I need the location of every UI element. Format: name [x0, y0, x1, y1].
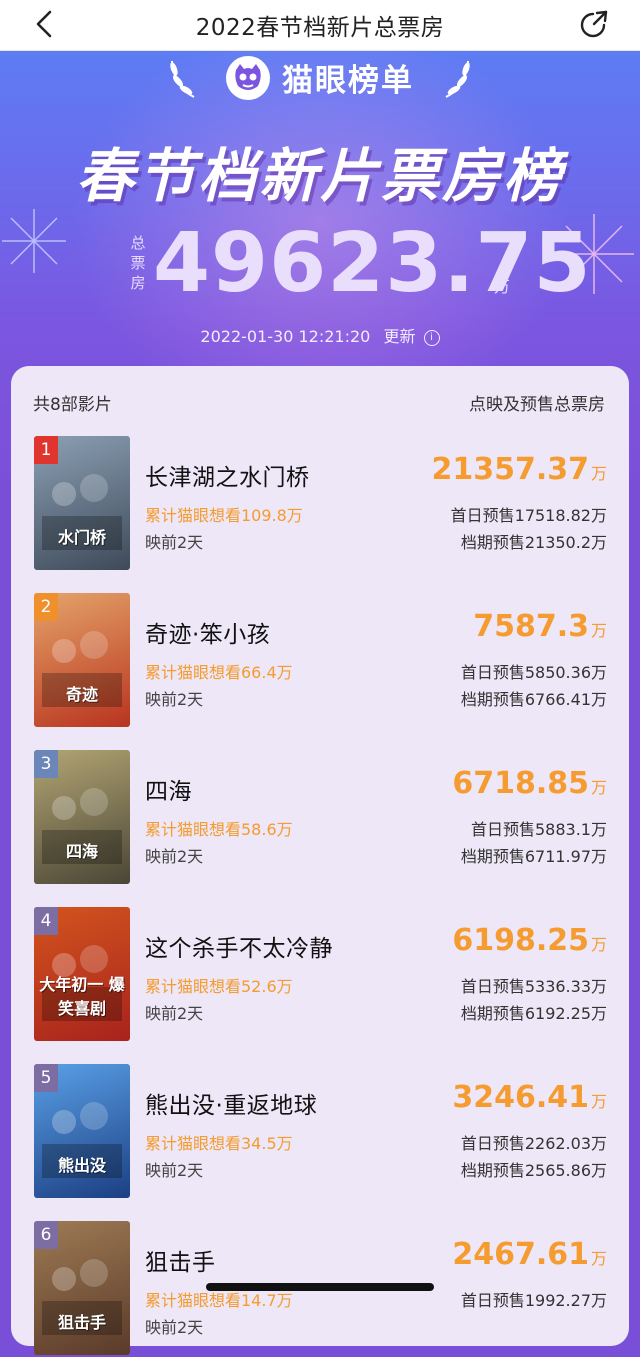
want-to-see-count: 累计猫眼想看52.6万: [145, 977, 293, 996]
box-office-value: 3246.41 万: [452, 1080, 607, 1115]
first-day-presale: 首日预售5336.33万: [460, 977, 607, 996]
poster-title-text: 四海: [65, 842, 98, 861]
days-before-release: 映前2天: [145, 1004, 204, 1023]
total-box-office-value: 49623.75: [153, 216, 592, 311]
box-office-unit: 万: [590, 621, 607, 640]
brand-name: 猫眼榜单: [282, 63, 414, 99]
movie-title: 这个杀手不太冷静: [145, 936, 333, 962]
movie-row[interactable]: 1 水门桥 长津湖之水门桥 累计猫眼想看109.8万 映前2天 21357.37…: [11, 436, 629, 572]
box-office-value: 6718.85 万: [452, 766, 607, 801]
firework-left-icon: [2, 209, 66, 273]
update-time-row[interactable]: 2022-01-30 12:21:20 更新 i: [0, 323, 640, 347]
movie-poster[interactable]: 4 大年初一 爆笑喜剧: [34, 907, 130, 1041]
days-before-release: 映前2天: [145, 1161, 204, 1180]
total-box-office-label: 总 票 房: [130, 234, 146, 292]
movie-title: 四海: [145, 779, 192, 805]
period-presale: 档期预售6766.41万: [460, 690, 607, 709]
hero-title: 春节档新片票房榜: [75, 142, 564, 210]
movie-title: 狙击手: [145, 1250, 216, 1276]
box-office-number: 3246.41: [452, 1080, 589, 1115]
box-office-value: 21357.37 万: [431, 452, 607, 487]
maoyan-cat-logo-icon: [226, 55, 270, 100]
first-day-presale: 首日预售5883.1万: [471, 820, 607, 839]
movie-count: 共8部影片: [33, 395, 112, 415]
period-presale: 档期预售6711.97万: [460, 847, 607, 866]
box-office-number: 21357.37: [431, 452, 589, 487]
share-icon[interactable]: [578, 8, 610, 40]
period-presale: 档期预售21350.2万: [460, 533, 607, 552]
days-before-release: 映前2天: [145, 690, 204, 709]
period-presale: 档期预售2565.86万: [460, 1161, 607, 1180]
movie-title: 熊出没·重返地球: [145, 1093, 318, 1119]
box-office-unit: 万: [590, 935, 607, 954]
poster-title-text: 狙击手: [57, 1313, 106, 1332]
want-to-see-count: 累计猫眼想看109.8万: [145, 506, 303, 525]
first-day-presale: 首日预售1992.27万: [460, 1291, 607, 1310]
first-day-presale: 首日预售5850.36万: [460, 663, 607, 682]
movie-row[interactable]: 5 熊出没 熊出没·重返地球 累计猫眼想看34.5万 映前2天 3246.41 万…: [11, 1064, 629, 1200]
days-before-release: 映前2天: [145, 533, 204, 552]
first-day-presale: 首日预售2262.03万: [460, 1134, 607, 1153]
poster-title-text: 熊出没: [57, 1156, 106, 1175]
page-title: 2022春节档新片总票房: [195, 15, 445, 41]
days-before-release: 映前2天: [145, 847, 204, 866]
box-office-unit: 万: [590, 1092, 607, 1111]
box-office-unit: 万: [590, 1249, 607, 1268]
box-office-number: 2467.61: [452, 1237, 589, 1272]
movie-row[interactable]: 3 四海 四海 累计猫眼想看58.6万 映前2天 6718.85 万 首日预售58…: [11, 750, 629, 886]
box-office-value: 6198.25 万: [452, 923, 607, 958]
info-icon[interactable]: i: [423, 329, 440, 346]
box-office-value: 2467.61 万: [452, 1237, 607, 1272]
movie-poster[interactable]: 2 奇迹: [34, 593, 130, 727]
movie-poster[interactable]: 5 熊出没: [34, 1064, 130, 1198]
period-presale: 档期预售6192.25万: [460, 1004, 607, 1023]
back-arrow-icon[interactable]: [30, 9, 60, 39]
movie-poster[interactable]: 6 狙击手: [34, 1221, 130, 1355]
days-before-release: 映前2天: [145, 1318, 204, 1337]
update-label: 更新: [383, 327, 416, 346]
ranking-list-card: 共8部影片 点映及预售总票房 1 水门桥 长津湖之水门桥 累计猫眼想看109.8…: [11, 366, 629, 1355]
movie-row[interactable]: 4 大年初一 爆笑喜剧 这个杀手不太冷静 累计猫眼想看52.6万 映前2天 61…: [11, 907, 629, 1043]
poster-title-text: 奇迹: [65, 685, 98, 704]
want-to-see-count: 累计猫眼想看58.6万: [145, 820, 293, 839]
home-indicator[interactable]: [206, 1283, 434, 1291]
rank-badge: 5: [34, 1064, 58, 1092]
total-box-office-unit: 万: [494, 277, 511, 296]
movie-poster[interactable]: 3 四海: [34, 750, 130, 884]
first-day-presale: 首日预售17518.82万: [450, 506, 607, 525]
brand-row: 猫眼榜单: [0, 55, 640, 100]
box-office-number: 6198.25: [452, 923, 589, 958]
movie-row[interactable]: 2 奇迹 奇迹·笨小孩 累计猫眼想看66.4万 映前2天 7587.3 万 首日预…: [11, 593, 629, 729]
want-to-see-count: 累计猫眼想看34.5万: [145, 1134, 293, 1153]
rank-badge: 2: [34, 593, 58, 621]
poster-title-text: 大年初一 爆笑喜剧: [39, 975, 125, 1018]
column-header-box-office: 点映及预售总票房: [469, 395, 605, 415]
rank-badge: 6: [34, 1221, 58, 1249]
nav-bar: 2022春节档新片总票房: [0, 0, 640, 51]
want-to-see-count: 累计猫眼想看66.4万: [145, 663, 293, 682]
update-timestamp: 2022-01-30 12:21:20: [200, 327, 371, 346]
movie-title: 长津湖之水门桥: [145, 465, 310, 491]
box-office-number: 6718.85: [452, 766, 589, 801]
rank-badge: 1: [34, 436, 58, 464]
box-office-unit: 万: [590, 464, 607, 483]
list-header: 共8部影片 点映及预售总票房: [33, 390, 605, 415]
poster-title-text: 水门桥: [57, 528, 106, 547]
movie-title: 奇迹·笨小孩: [145, 622, 271, 648]
movie-poster[interactable]: 1 水门桥: [34, 436, 130, 570]
rank-badge: 3: [34, 750, 58, 778]
box-office-value: 7587.3 万: [473, 609, 607, 644]
rank-badge: 4: [34, 907, 58, 935]
box-office-unit: 万: [590, 778, 607, 797]
box-office-number: 7587.3: [473, 609, 589, 644]
